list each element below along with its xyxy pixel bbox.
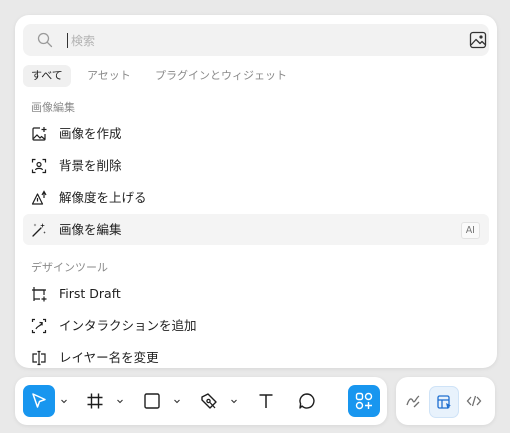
search-input[interactable] — [69, 29, 453, 53]
menu-item-label: 画像を編集 — [59, 222, 122, 237]
magic-wand-icon — [32, 223, 46, 237]
menu-item-label: First Draft — [59, 286, 121, 301]
design-icon — [437, 395, 451, 409]
interaction-icon — [31, 318, 47, 334]
design-mode-button[interactable] — [429, 386, 459, 418]
menu-item-edit-image[interactable]: 画像を編集 AI — [23, 214, 489, 245]
remove-background-icon — [31, 158, 47, 174]
image-search-icon[interactable] — [469, 31, 487, 49]
menu-item-upscale[interactable]: 解像度を上げる — [23, 182, 489, 213]
pen-tool-button[interactable] — [193, 385, 225, 417]
chevron-down-icon[interactable] — [60, 397, 68, 405]
dev-mode-button[interactable] — [460, 386, 488, 416]
menu-item-rename-layer[interactable]: レイヤー名を変更 — [23, 342, 489, 368]
text-caret — [67, 33, 68, 48]
section-title-image-editing: 画像編集 — [31, 101, 75, 114]
tab-assets[interactable]: アセット — [79, 65, 139, 87]
comment-tool-button[interactable] — [291, 385, 323, 417]
menu-item-create-image[interactable]: 画像を作成 — [23, 118, 489, 149]
text-tool-button[interactable] — [250, 385, 282, 417]
menu-item-label: レイヤー名を変更 — [59, 350, 159, 365]
code-icon — [466, 395, 482, 407]
pen-icon — [201, 393, 217, 409]
section-title-design-tools: デザインツール — [31, 261, 108, 274]
comment-icon — [299, 393, 315, 409]
draw-icon — [406, 395, 420, 408]
menu-item-first-draft[interactable]: First Draft — [23, 278, 489, 309]
bottom-toolbar — [15, 377, 387, 425]
menu-item-remove-background[interactable]: 背景を削除 — [23, 150, 489, 181]
upscale-icon — [31, 190, 47, 205]
chevron-down-icon[interactable] — [173, 397, 181, 405]
menu-item-label: 画像を作成 — [59, 126, 122, 141]
frame-icon — [87, 393, 103, 409]
cursor-icon — [32, 393, 46, 408]
first-draft-icon — [32, 287, 47, 302]
menu-item-add-interaction[interactable]: インタラクションを追加 — [23, 310, 489, 341]
rectangle-icon — [144, 393, 160, 409]
search-icon — [37, 32, 53, 48]
rename-layer-icon — [32, 350, 46, 366]
chevron-down-icon[interactable] — [230, 397, 238, 405]
shape-tool-button[interactable] — [136, 385, 168, 417]
tab-plugins-widgets[interactable]: プラグインとウィジェット — [147, 65, 295, 87]
move-tool-button[interactable] — [23, 385, 55, 417]
draw-mode-button[interactable] — [399, 386, 427, 416]
actions-tool-button[interactable] — [348, 385, 380, 417]
ai-badge: AI — [460, 222, 480, 239]
mode-switcher — [396, 377, 495, 425]
actions-grid-icon — [355, 392, 373, 410]
search-bar[interactable] — [23, 24, 489, 56]
menu-item-label: インタラクションを追加 — [59, 318, 197, 333]
text-icon — [259, 394, 273, 408]
menu-item-label: 背景を削除 — [59, 158, 122, 173]
chevron-down-icon[interactable] — [116, 397, 124, 405]
tab-all[interactable]: すべて — [23, 65, 71, 87]
image-plus-icon — [32, 127, 47, 141]
quick-actions-panel: すべて アセット プラグインとウィジェット 画像編集 画像を作成 背景を削除 解… — [15, 15, 497, 368]
menu-item-label: 解像度を上げる — [59, 190, 147, 205]
frame-tool-button[interactable] — [79, 385, 111, 417]
